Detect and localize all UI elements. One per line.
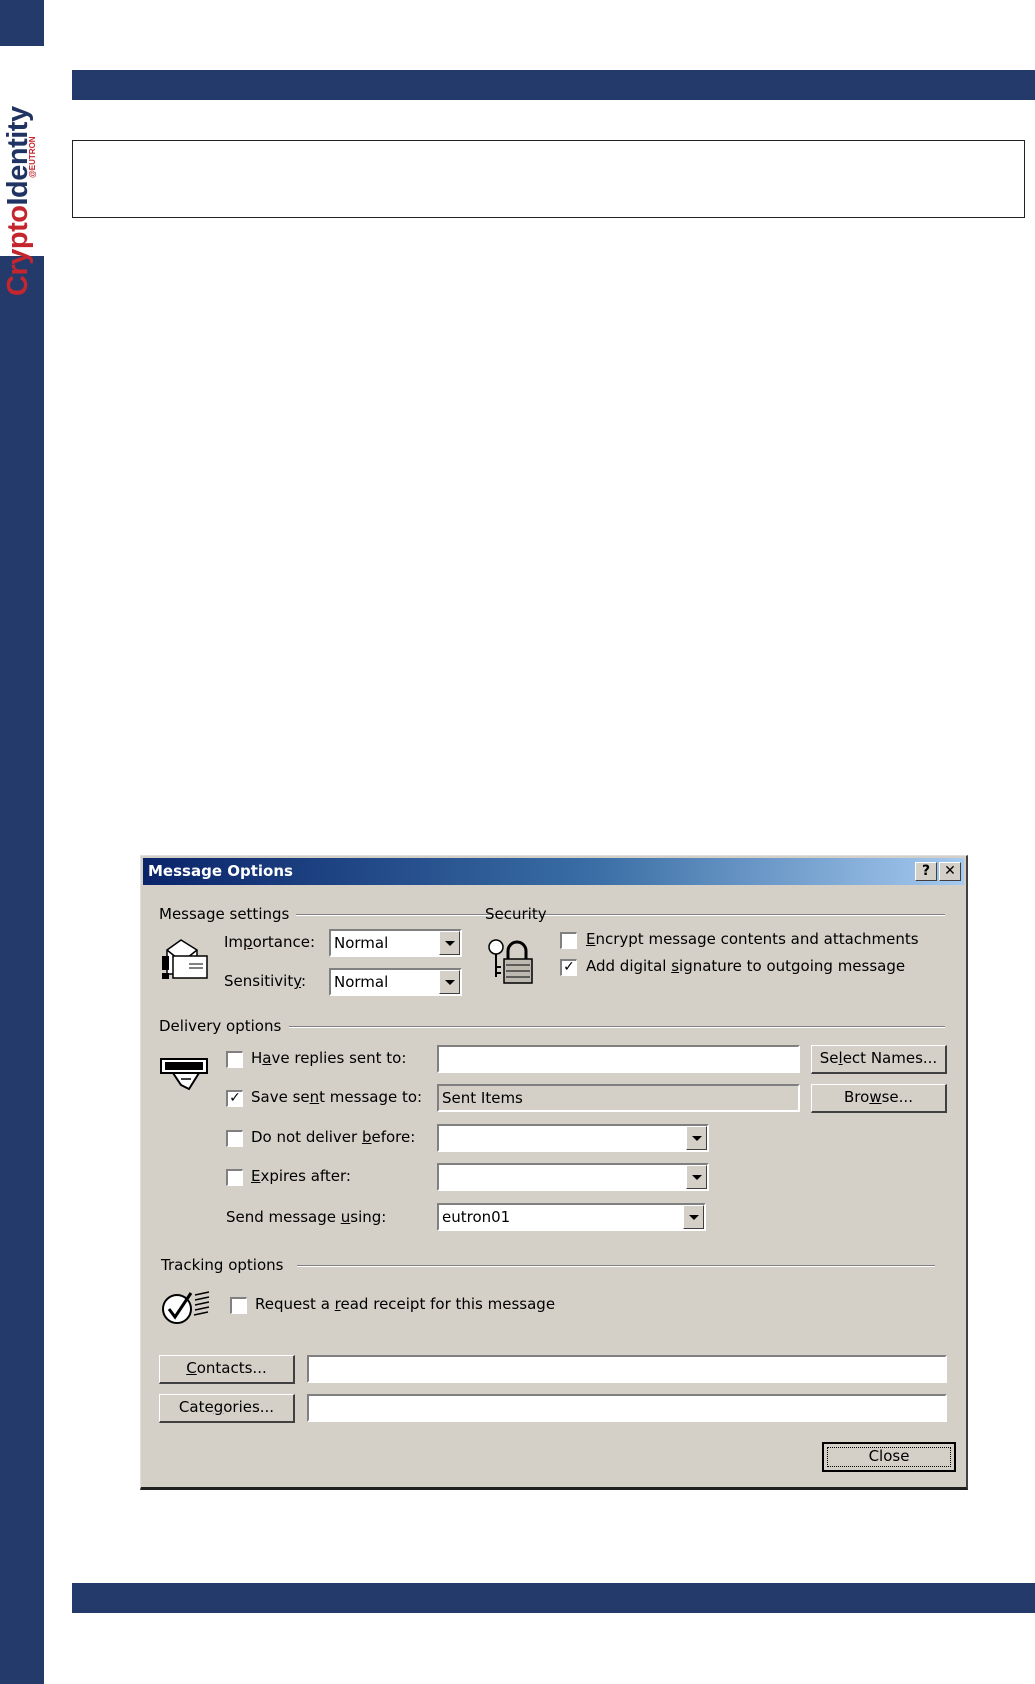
- send-using-label-post: sing:: [350, 1208, 387, 1226]
- send-using-label: Send message using:: [226, 1208, 386, 1226]
- importance-label-pre: Im: [224, 933, 244, 951]
- importance-label-post: ortance:: [252, 933, 316, 951]
- delivery-hand-icon: [160, 1058, 208, 1091]
- replies-label-pre: H: [251, 1049, 263, 1067]
- encrypt-label-post: ncrypt message contents and attachments: [595, 930, 919, 948]
- read-receipt-label: Request a read receipt for this message: [255, 1295, 555, 1313]
- browse-button[interactable]: Browse...: [811, 1084, 947, 1113]
- message-settings-heading: Message settings: [159, 905, 290, 923]
- expires-label-post: xpires after:: [260, 1167, 351, 1185]
- help-button[interactable]: ?: [915, 862, 937, 881]
- read-receipt-label-post: ead receipt for this message: [340, 1295, 556, 1313]
- deliver-before-label-pre: Do not deliver: [251, 1128, 362, 1146]
- read-receipt-checkmark-icon: [162, 1291, 210, 1324]
- send-using-dropdown-arrow-icon[interactable]: [683, 1205, 704, 1229]
- message-options-dialog: Message Options ? ✕ Message settings Imp…: [140, 855, 968, 1490]
- replies-label: Have replies sent to:: [251, 1049, 406, 1067]
- close-x-button[interactable]: ✕: [939, 862, 961, 881]
- browse-post: se...: [881, 1088, 913, 1106]
- expires-dropdown-arrow-icon[interactable]: [686, 1165, 707, 1189]
- security-heading: Security: [485, 905, 547, 923]
- read-receipt-label-pre: Request a: [255, 1295, 335, 1313]
- save-sent-label-accel: n: [309, 1088, 320, 1106]
- categories-button[interactable]: Categories...: [159, 1394, 295, 1423]
- save-sent-label: Save sent message to:: [251, 1088, 422, 1106]
- save-sent-label-pre: Save se: [251, 1088, 310, 1106]
- sensitivity-label-post: :: [301, 972, 307, 990]
- sensitivity-select[interactable]: Normal: [329, 968, 462, 996]
- envelope-importance-icon: [162, 939, 208, 979]
- save-sent-folder-field: Sent Items: [437, 1084, 800, 1112]
- select-names-button[interactable]: Select Names...: [811, 1045, 947, 1074]
- encrypt-label: Encrypt message contents and attachments: [586, 930, 919, 948]
- security-separator: [558, 914, 945, 916]
- brand-name-part1: Crypto: [2, 205, 34, 296]
- importance-value: Normal: [334, 934, 389, 952]
- categories-input[interactable]: [307, 1394, 947, 1422]
- expires-select[interactable]: [437, 1163, 709, 1191]
- save-sent-folder-value: Sent Items: [442, 1089, 523, 1107]
- delivery-heading: Delivery options: [159, 1017, 282, 1035]
- page-footer-bar: [72, 1583, 1035, 1613]
- replies-label-post: ve replies sent to:: [271, 1049, 407, 1067]
- sign-label-post: ignature to outgoing message: [679, 957, 906, 975]
- read-receipt-checkbox[interactable]: [230, 1297, 247, 1314]
- sensitivity-label: Sensitivity:: [224, 972, 306, 990]
- send-using-select[interactable]: eutron01: [437, 1203, 706, 1231]
- close-button[interactable]: Close: [822, 1442, 956, 1472]
- tracking-separator: [297, 1265, 935, 1267]
- brand-logo: CryptoIdentity @EUTRON: [0, 46, 44, 296]
- deliver-before-select[interactable]: [437, 1124, 709, 1152]
- encrypt-checkbox[interactable]: [560, 932, 577, 949]
- contacts-accel: C: [186, 1359, 197, 1377]
- deliver-before-label-post: efore:: [371, 1128, 416, 1146]
- expires-label: Expires after:: [251, 1167, 351, 1185]
- sensitivity-label-accel: y: [293, 972, 302, 990]
- send-using-label-pre: Send message: [226, 1208, 341, 1226]
- select-names-post: ect Names...: [842, 1049, 938, 1067]
- dialog-titlebar: Message Options ? ✕: [143, 858, 964, 885]
- delivery-separator: [289, 1026, 945, 1028]
- sign-label-accel: s: [671, 957, 680, 975]
- sign-label-pre: Add digital: [586, 957, 672, 975]
- sign-checkbox[interactable]: ✓: [560, 959, 577, 976]
- expires-checkbox[interactable]: [226, 1169, 243, 1186]
- replies-checkbox[interactable]: [226, 1051, 243, 1068]
- deliver-before-checkbox[interactable]: [226, 1130, 243, 1147]
- brand-tagline: @EUTRON: [28, 136, 37, 178]
- browse-accel: w: [869, 1088, 882, 1106]
- page-header-bar: [72, 70, 1035, 100]
- replies-input[interactable]: [437, 1045, 800, 1073]
- categories-accel: g: [213, 1398, 224, 1416]
- save-sent-checkbox[interactable]: ✓: [226, 1090, 243, 1107]
- deliver-before-label-accel: b: [361, 1128, 372, 1146]
- sensitivity-value: Normal: [334, 973, 389, 991]
- importance-label-accel: p: [243, 933, 253, 951]
- tracking-heading: Tracking options: [161, 1256, 284, 1274]
- dialog-title: Message Options: [148, 862, 293, 880]
- deliver-before-dropdown-arrow-icon[interactable]: [686, 1126, 707, 1150]
- send-using-value: eutron01: [442, 1208, 511, 1226]
- deliver-before-label: Do not deliver before:: [251, 1128, 415, 1146]
- sensitivity-label-pre: Sensitivit: [224, 972, 294, 990]
- categories-post: ories...: [223, 1398, 275, 1416]
- importance-dropdown-arrow-icon[interactable]: [439, 931, 460, 955]
- sensitivity-dropdown-arrow-icon[interactable]: [439, 970, 460, 994]
- message-settings-separator: [296, 914, 601, 916]
- close-button-focus-ring: [827, 1447, 951, 1467]
- importance-select[interactable]: Normal: [329, 929, 462, 957]
- contacts-post: ontacts...: [196, 1359, 267, 1377]
- lock-keys-icon: [488, 939, 533, 984]
- save-sent-label-post: t message to:: [319, 1088, 423, 1106]
- contacts-button[interactable]: Contacts...: [159, 1355, 295, 1384]
- contacts-input[interactable]: [307, 1355, 947, 1383]
- categories-pre: Cate: [178, 1398, 214, 1416]
- browse-pre: Bro: [844, 1088, 870, 1106]
- send-using-label-accel: u: [340, 1208, 351, 1226]
- sign-label: Add digital signature to outgoing messag…: [586, 957, 905, 975]
- note-box: [72, 140, 1025, 218]
- importance-label: Importance:: [224, 933, 315, 951]
- brand-wordmark: CryptoIdentity: [2, 106, 34, 296]
- select-names-pre: Se: [819, 1049, 839, 1067]
